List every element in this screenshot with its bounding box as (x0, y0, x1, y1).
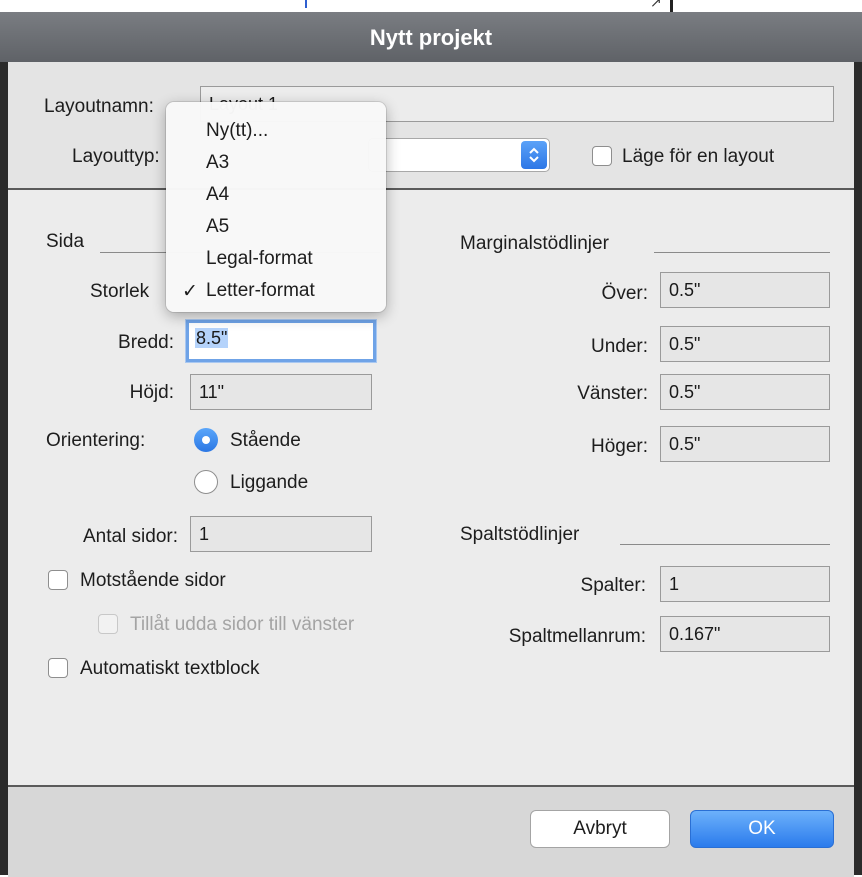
portrait-label: Stående (230, 430, 301, 451)
size-dropdown-menu: Ny(tt)... A3 A4 A5 Legal-format ✓ Letter… (166, 102, 386, 312)
dialog-titlebar: Nytt projekt (0, 12, 862, 63)
auto-textbox-label: Automatiskt textblock (80, 658, 260, 679)
gutter-input[interactable]: 0.167" (660, 616, 830, 652)
auto-textbox-checkbox[interactable] (48, 658, 68, 678)
margin-right-input[interactable]: 0.5" (660, 426, 830, 462)
facing-pages-label: Motstående sidor (80, 570, 226, 591)
menu-item-letter[interactable]: ✓ Letter-format (166, 280, 386, 304)
width-input[interactable]: 8.5" (186, 320, 376, 362)
orientation-label: Orientering: (46, 430, 146, 451)
checkmark-icon: ✓ (182, 281, 198, 302)
menu-item-legal[interactable]: Legal-format (166, 248, 386, 272)
margins-section-label: Marginalstödlinjer (460, 233, 609, 254)
menu-item-new[interactable]: Ny(tt)... (166, 120, 386, 144)
size-label: Storlek (90, 281, 150, 302)
columns-section-divider (620, 544, 830, 545)
ok-button[interactable]: OK (690, 810, 834, 848)
columns-count-input[interactable]: 1 (660, 566, 830, 602)
page-count-label: Antal sidor: (82, 526, 178, 547)
height-input[interactable]: 11" (190, 374, 372, 410)
gutter-label: Spaltmellanrum: (508, 626, 646, 647)
margin-left-label: Vänster: (577, 383, 648, 404)
margin-left-input[interactable]: 0.5" (660, 374, 830, 410)
height-label: Höjd: (129, 382, 174, 403)
facing-pages-checkbox[interactable] (48, 570, 68, 590)
layout-type-label: Layouttyp: (72, 146, 160, 167)
margin-top-input[interactable]: 0.5" (660, 272, 830, 308)
columns-count-label: Spalter: (580, 575, 646, 596)
margins-section-divider (654, 252, 830, 253)
single-layout-checkbox[interactable] (592, 146, 612, 166)
layout-type-stepper[interactable] (521, 141, 547, 169)
dialog-title: Nytt projekt (369, 25, 493, 50)
menu-item-a5[interactable]: A5 (166, 216, 386, 240)
background-divider (305, 0, 307, 8)
background-divider (670, 0, 673, 12)
menu-item-a4[interactable]: A4 (166, 184, 386, 208)
single-layout-label: Läge för en layout (622, 146, 775, 167)
landscape-radio[interactable] (194, 470, 218, 494)
page-section-label: Sida (46, 231, 85, 252)
cancel-button[interactable]: Avbryt (530, 810, 670, 848)
columns-section-label: Spaltstödlinjer (460, 524, 580, 545)
margin-bottom-input[interactable]: 0.5" (660, 326, 830, 362)
landscape-label: Liggande (230, 472, 309, 493)
allow-odd-left-label: Tillåt udda sidor till vänster (130, 614, 355, 635)
portrait-radio[interactable] (194, 428, 218, 452)
window-edge-left (0, 62, 8, 875)
margin-top-label: Över: (601, 283, 648, 304)
background-window-strip: ↗ (0, 0, 862, 12)
margin-bottom-label: Under: (590, 336, 648, 357)
page-count-input[interactable]: 1 (190, 516, 372, 552)
chevron-updown-icon (529, 147, 539, 163)
allow-odd-left-checkbox[interactable] (98, 614, 118, 634)
background-arrow-icon: ↗ (650, 0, 662, 10)
margin-right-label: Höger: (590, 436, 648, 457)
width-label: Bredd: (118, 332, 174, 353)
window-edge-right (854, 62, 862, 875)
menu-item-a3[interactable]: A3 (166, 152, 386, 176)
layout-name-label: Layoutnamn: (44, 96, 154, 117)
